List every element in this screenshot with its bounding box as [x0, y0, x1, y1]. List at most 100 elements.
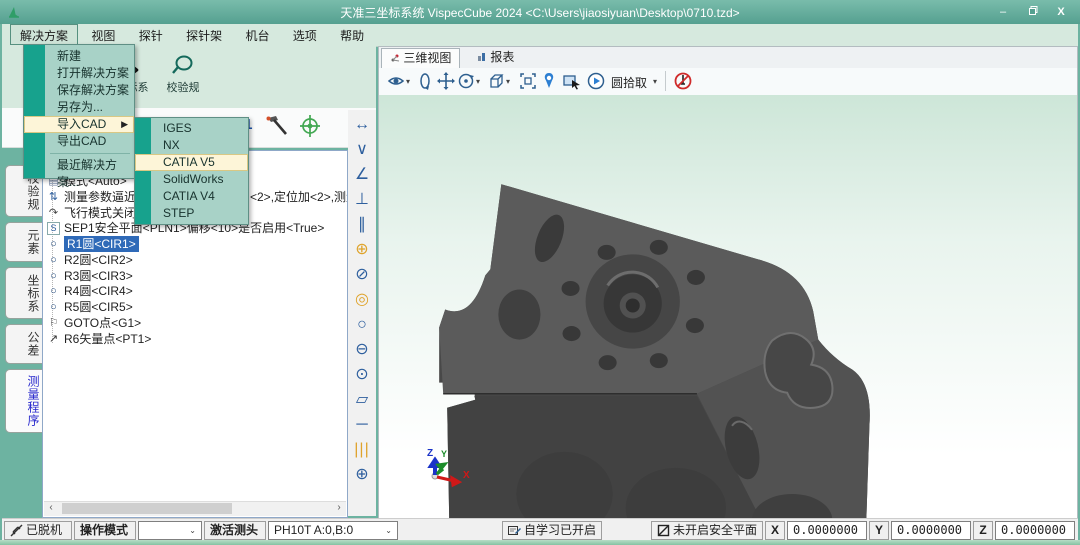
menu-item-recent-solutions[interactable]: 最近解决方案...: [24, 157, 134, 174]
active-probe-dropdown[interactable]: PH10T A:0,B:0⌄: [268, 521, 398, 540]
tree-horizontal-scrollbar[interactable]: ‹ ›: [44, 501, 346, 516]
axis-triad: Z Y X: [421, 442, 475, 490]
circle-pick-caret[interactable]: ▾: [653, 77, 657, 95]
menu-item-export-cad[interactable]: 导出CAD: [24, 133, 134, 150]
window-title: 天准三坐标系统 VispecCube 2024 <C:\Users\jiaosi…: [0, 4, 1080, 21]
true-position-icon[interactable]: ⊕: [348, 464, 376, 486]
menu-probe[interactable]: 探针: [129, 24, 173, 45]
submenu-item-nx[interactable]: NX: [135, 137, 248, 154]
menu-solution[interactable]: 解决方案: [10, 24, 78, 45]
view-panel: 三维视图 报表 ▾ ▾ ▾ 圆拾取 ▾: [378, 46, 1078, 519]
probe-disabled-icon[interactable]: [673, 72, 693, 90]
tab-report[interactable]: 报表: [469, 48, 522, 67]
flatness-icon[interactable]: ▱: [348, 389, 376, 411]
tree-row-circle-4[interactable]: ○ R4圆<CIR4>: [47, 283, 345, 299]
submenu-item-step[interactable]: STEP: [135, 205, 248, 222]
measurement-tool-strip: ↔ ∨ ∠ ⊥ ∥ ⊕ ⊘ ◎ ○ ⊖ ⊙ ▱ ─ ||| ⊕: [348, 110, 376, 516]
magnifier-icon: [170, 54, 196, 76]
coaxiality-icon[interactable]: ⊘: [348, 264, 376, 286]
menu-item-open-solution[interactable]: 打开解决方案: [24, 65, 134, 82]
menu-probe-rack[interactable]: 探针架: [176, 24, 232, 45]
concentricity-icon[interactable]: ◎: [348, 289, 376, 311]
tab-elements[interactable]: 元素: [5, 222, 42, 262]
three-d-view-icon: [390, 53, 400, 63]
tab-measure-program[interactable]: 测量程序: [5, 369, 42, 433]
circle-pick-button[interactable]: 圆拾取: [611, 74, 647, 92]
alignment-target-icon[interactable]: [298, 113, 322, 139]
rotate-view-icon[interactable]: [417, 72, 433, 90]
close-button[interactable]: X: [1048, 4, 1074, 20]
straightness-icon[interactable]: ─: [348, 414, 376, 436]
safety-plane-icon: S: [47, 222, 60, 235]
menu-options[interactable]: 选项: [283, 24, 327, 45]
tab-3d-view[interactable]: 三维视图: [381, 48, 460, 68]
operation-mode-dropdown[interactable]: ⌄: [138, 521, 202, 540]
cube-view-icon[interactable]: [487, 72, 505, 90]
submenu-item-iges[interactable]: IGES: [135, 120, 248, 137]
runout-icon[interactable]: ⊙: [348, 364, 376, 386]
scroll-left-arrow[interactable]: ‹: [44, 502, 58, 515]
three-d-viewport[interactable]: Z Y X: [379, 95, 1077, 518]
safety-plane-status: 未开启安全平面: [651, 521, 763, 540]
scrollbar-thumb[interactable]: [62, 503, 232, 514]
tree-row-goto-point[interactable]: ⚐ GOTO点<G1>: [47, 315, 345, 331]
view-tab-strip: 三维视图 报表: [379, 47, 1077, 69]
roundness-icon[interactable]: ○: [348, 314, 376, 336]
orbit-dropdown-caret[interactable]: ▾: [476, 77, 480, 95]
tree-row-circle-5[interactable]: ○ R5圆<CIR5>: [47, 299, 345, 315]
symmetry-icon[interactable]: |||: [348, 439, 376, 461]
menu-item-save-as[interactable]: 另存为...: [24, 99, 134, 116]
submenu-arrow-icon: ▶: [121, 117, 128, 132]
circle-icon: ○: [47, 252, 60, 268]
position-icon[interactable]: ⊕: [348, 239, 376, 261]
title-bar: 天准三坐标系统 VispecCube 2024 <C:\Users\jiaosi…: [0, 0, 1080, 24]
submenu-item-catia-v4[interactable]: CATIA V4: [135, 188, 248, 205]
hammer-icon[interactable]: [264, 114, 290, 138]
distance-icon[interactable]: ↔: [348, 114, 376, 136]
scroll-right-arrow[interactable]: ›: [332, 502, 346, 515]
offline-status: 已脱机: [4, 521, 72, 540]
perpendicularity-icon[interactable]: ⊥: [348, 189, 376, 211]
axis-z-value: 0.0000000: [995, 521, 1075, 540]
app-window: 天准三坐标系统 VispecCube 2024 <C:\Users\jiaosi…: [0, 0, 1080, 545]
minimize-button[interactable]: –: [990, 4, 1016, 20]
tab-tolerance[interactable]: 公差: [5, 324, 42, 364]
menu-item-new[interactable]: 新建: [24, 48, 133, 65]
gauge-check-label: 校验规: [160, 79, 206, 95]
active-probe-label: 激活测头: [204, 521, 266, 540]
gauge-check-button[interactable]: 校验规: [160, 54, 206, 95]
tree-row-circle-2[interactable]: ○ R2圆<CIR2>: [47, 252, 345, 268]
fit-view-icon[interactable]: [519, 72, 537, 90]
angle-between-icon[interactable]: ∠: [348, 164, 376, 186]
visibility-eye-icon[interactable]: [387, 72, 405, 90]
play-icon[interactable]: [587, 72, 605, 90]
menu-item-import-cad[interactable]: 导入CAD▶: [24, 116, 134, 133]
menu-view[interactable]: 视图: [81, 24, 125, 45]
submenu-item-catia-v5[interactable]: CATIA V5: [135, 154, 248, 171]
maximize-button[interactable]: [1020, 4, 1046, 20]
pan-icon[interactable]: [437, 72, 455, 90]
tree-row-circle-3[interactable]: ○ R3圆<CIR3>: [47, 268, 345, 284]
axis-y-value: 0.0000000: [891, 521, 971, 540]
box-select-icon[interactable]: [563, 72, 582, 90]
menu-machine[interactable]: 机台: [235, 24, 279, 45]
circle-icon: ○: [47, 283, 60, 299]
axis-x-label: X: [765, 521, 785, 540]
orbit-icon[interactable]: [457, 72, 475, 90]
symmetry-circle-icon[interactable]: ⊖: [348, 339, 376, 361]
cube-dropdown-caret[interactable]: ▾: [506, 77, 510, 95]
location-pin-icon[interactable]: [542, 72, 556, 90]
operation-mode-label: 操作模式: [74, 521, 136, 540]
tree-row-circle-1[interactable]: ○ R1圆<CIR1>: [47, 236, 345, 252]
submenu-item-solidworks[interactable]: SolidWorks: [135, 171, 248, 188]
menu-help[interactable]: 帮助: [330, 24, 374, 45]
tab-coordinate-system[interactable]: 坐标系: [5, 267, 42, 319]
menu-item-save-solution[interactable]: 保存解决方案: [24, 82, 134, 99]
eye-dropdown-caret[interactable]: ▾: [406, 77, 410, 95]
safety-plane-off-icon: [657, 524, 670, 537]
angle-icon[interactable]: ∨: [348, 139, 376, 161]
self-learn-icon: [508, 525, 521, 536]
parallelism-icon[interactable]: ∥: [348, 214, 376, 236]
tree-row-vector-point[interactable]: ↗ R6矢量点<PT1>: [47, 331, 345, 347]
status-bar: 已脱机 操作模式 ⌄ 激活测头 PH10T A:0,B:0⌄ 自学习已开启 未开…: [2, 518, 1078, 541]
